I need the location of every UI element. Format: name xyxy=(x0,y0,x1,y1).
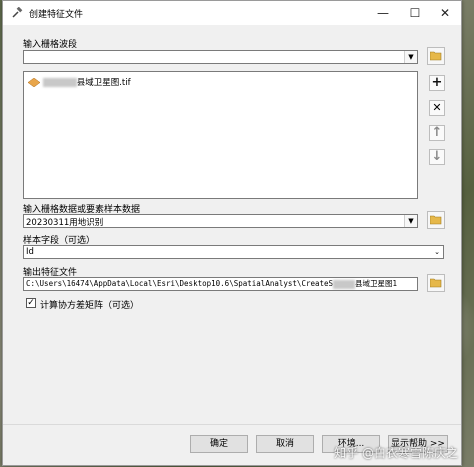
folder-icon xyxy=(430,278,442,288)
move-up-button[interactable]: ↑ xyxy=(429,125,445,141)
chevron-down-icon[interactable]: ▼ xyxy=(404,51,417,63)
output-path-value: C:\Users\16474\AppData\Local\Esri\Deskto… xyxy=(26,279,334,288)
list-item-label: 县域卫星图.tif xyxy=(76,78,131,88)
dialog-body: 输入栅格波段 ▼ 县域卫星图.tif + ✕ ↑ ↓ 输入栅格数据或要素样本数据… xyxy=(3,25,461,465)
output-path-tail: 县域卫星图1 xyxy=(355,279,398,288)
training-data-combo[interactable]: 20230311用地识别 ▼ xyxy=(23,214,418,228)
checkmark-icon: ✓ xyxy=(27,298,35,308)
covariance-label: 计算协方差矩阵（可选） xyxy=(40,301,140,311)
cancel-button[interactable]: 取消 xyxy=(256,435,314,453)
browse-raster-button[interactable] xyxy=(427,47,445,65)
chevron-down-icon[interactable]: ⌄ xyxy=(431,246,443,258)
training-data-value: 20230311用地识别 xyxy=(26,218,104,228)
sample-field-value: Id xyxy=(26,247,34,257)
watermark-text: 知乎 @白衣寒雪陈庆之 xyxy=(334,446,458,460)
close-button[interactable]: ✕ xyxy=(435,5,455,21)
plus-icon: + xyxy=(431,75,443,90)
remove-button[interactable]: ✕ xyxy=(429,100,445,116)
list-item[interactable]: 县域卫星图.tif xyxy=(28,76,131,88)
raster-layer-icon xyxy=(28,78,40,87)
hammer-icon xyxy=(12,7,23,18)
add-button[interactable]: + xyxy=(429,75,445,91)
x-icon: ✕ xyxy=(432,101,442,114)
output-path-field[interactable]: C:\Users\16474\AppData\Local\Esri\Deskto… xyxy=(23,277,418,291)
browse-output-button[interactable] xyxy=(427,274,445,292)
title-bar: 创建特征文件 — ☐ ✕ xyxy=(3,1,461,25)
redacted-text xyxy=(42,78,77,87)
arrow-down-icon: ↓ xyxy=(431,149,443,164)
input-raster-label: 输入栅格波段 xyxy=(23,40,78,50)
browse-training-button[interactable] xyxy=(427,211,445,229)
maximize-button[interactable]: ☐ xyxy=(405,5,425,21)
move-down-button[interactable]: ↓ xyxy=(429,149,445,165)
ok-button[interactable]: 确定 xyxy=(190,435,248,453)
folder-icon xyxy=(430,51,442,61)
create-signatures-dialog: 创建特征文件 — ☐ ✕ 输入栅格波段 ▼ 县域卫星图.tif + ✕ ↑ ↓ … xyxy=(2,0,462,466)
raster-list[interactable]: 县域卫星图.tif xyxy=(23,71,418,199)
redacted-text xyxy=(333,279,356,289)
minimize-button[interactable]: — xyxy=(373,5,393,21)
folder-icon xyxy=(430,215,442,225)
chevron-down-icon[interactable]: ▼ xyxy=(404,215,417,227)
window-title: 创建特征文件 xyxy=(29,10,84,20)
covariance-checkbox[interactable]: ✓ xyxy=(26,298,36,308)
sample-field-combo[interactable]: Id ⌄ xyxy=(23,245,444,259)
arrow-up-icon: ↑ xyxy=(431,125,443,140)
input-raster-combo[interactable]: ▼ xyxy=(23,50,418,64)
